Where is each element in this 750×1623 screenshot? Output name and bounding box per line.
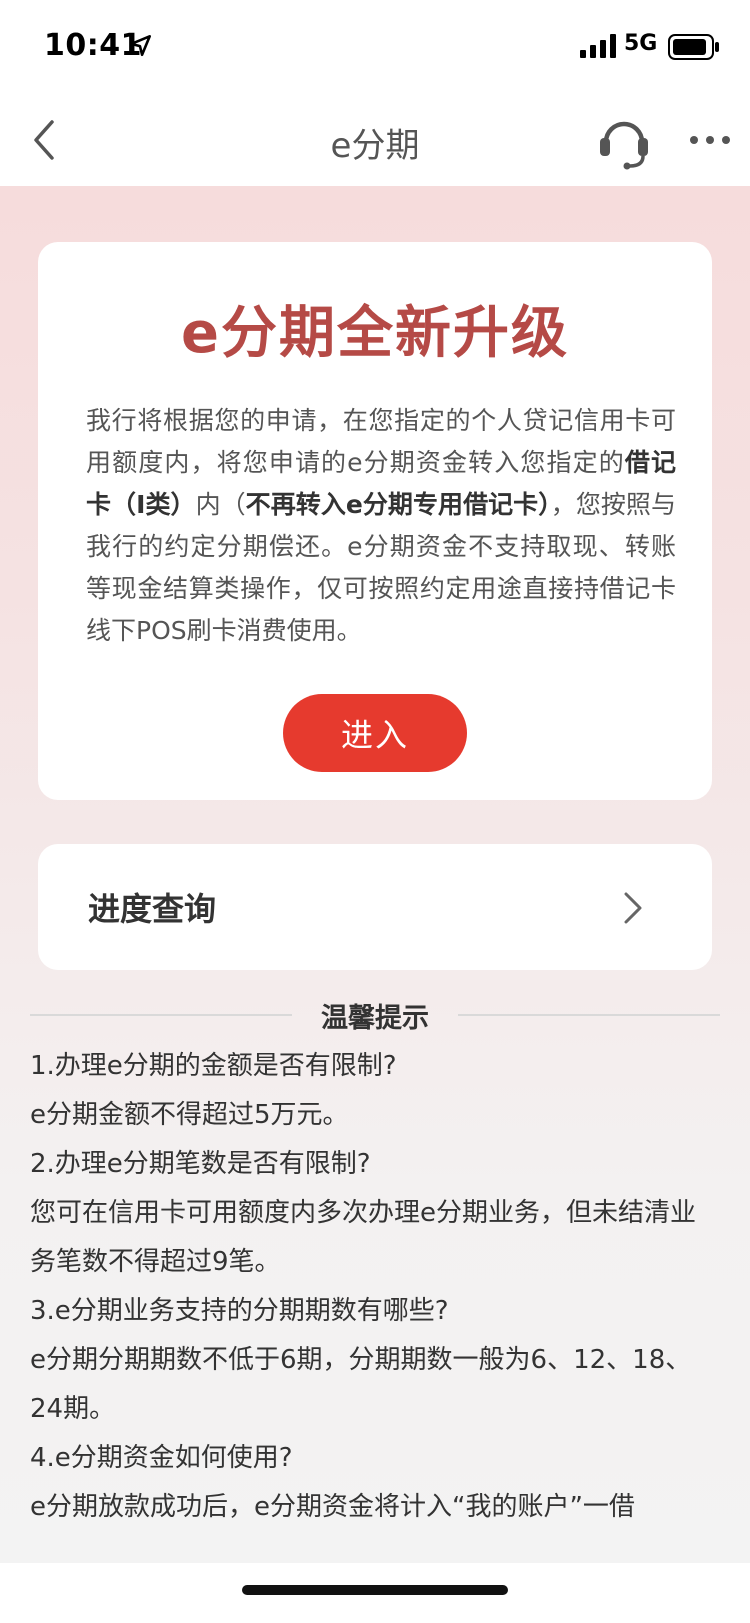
faq-question-1: 1.办理e分期的金额是否有限制?: [30, 1051, 397, 1081]
faq-question-4: 4.e分期资金如何使用?: [30, 1443, 293, 1473]
faq-question-2: 2.办理e分期笔数是否有限制?: [30, 1149, 371, 1179]
promo-text-1: 我行将根据您的申请，在您指定的个人贷记信用卡可用额度内，将您申请的e分期资金转入…: [86, 406, 676, 477]
status-bar: 10:41 5G: [0, 0, 750, 96]
enter-button[interactable]: 进入: [283, 694, 467, 772]
customer-service-icon[interactable]: [596, 110, 652, 170]
home-indicator[interactable]: [242, 1585, 508, 1595]
progress-query-row[interactable]: 进度查询: [38, 844, 712, 970]
signal-icon: [580, 34, 616, 58]
promo-bold-2: 不再转入e分期专用借记卡）: [245, 490, 551, 519]
faq-question-3: 3.e分期业务支持的分期期数有哪些?: [30, 1296, 449, 1326]
promo-text-2: 内（: [195, 490, 246, 519]
promo-title: e分期全新升级: [181, 301, 569, 366]
progress-query-label: 进度查询: [88, 890, 217, 928]
promo-card: e分期全新升级 我行将根据您的申请，在您指定的个人贷记信用卡可用额度内，将您申请…: [38, 242, 712, 800]
network-type: 5G: [624, 31, 658, 56]
faq-answer-3: e分期分期期数不低于6期，分期期数一般为6、12、18、24期。: [30, 1345, 692, 1424]
tips-header: 温馨提示: [30, 994, 720, 1034]
location-arrow-icon: [129, 35, 151, 57]
nav-bar: e分期: [0, 96, 750, 186]
more-icon[interactable]: [688, 132, 732, 148]
promo-description: 我行将根据您的申请，在您指定的个人贷记信用卡可用额度内，将您申请的e分期资金转入…: [86, 400, 676, 652]
faq-list: 1.办理e分期的金额是否有限制? e分期金额不得超过5万元。 2.办理e分期笔数…: [30, 1042, 710, 1532]
faq-answer-2: 您可在信用卡可用额度内多次办理e分期业务，但未结清业务笔数不得超过9笔。: [30, 1198, 696, 1277]
faq-answer-4: e分期放款成功后，e分期资金将计入“我的账户”一借: [30, 1492, 635, 1522]
faq-answer-1: e分期金额不得超过5万元。: [30, 1100, 349, 1130]
content-area: e分期全新升级 我行将根据您的申请，在您指定的个人贷记信用卡可用额度内，将您申请…: [0, 186, 750, 1563]
battery-icon: [668, 34, 719, 60]
chevron-right-icon: [624, 892, 642, 924]
home-indicator-area: [0, 1563, 750, 1623]
divider: [458, 1014, 720, 1016]
